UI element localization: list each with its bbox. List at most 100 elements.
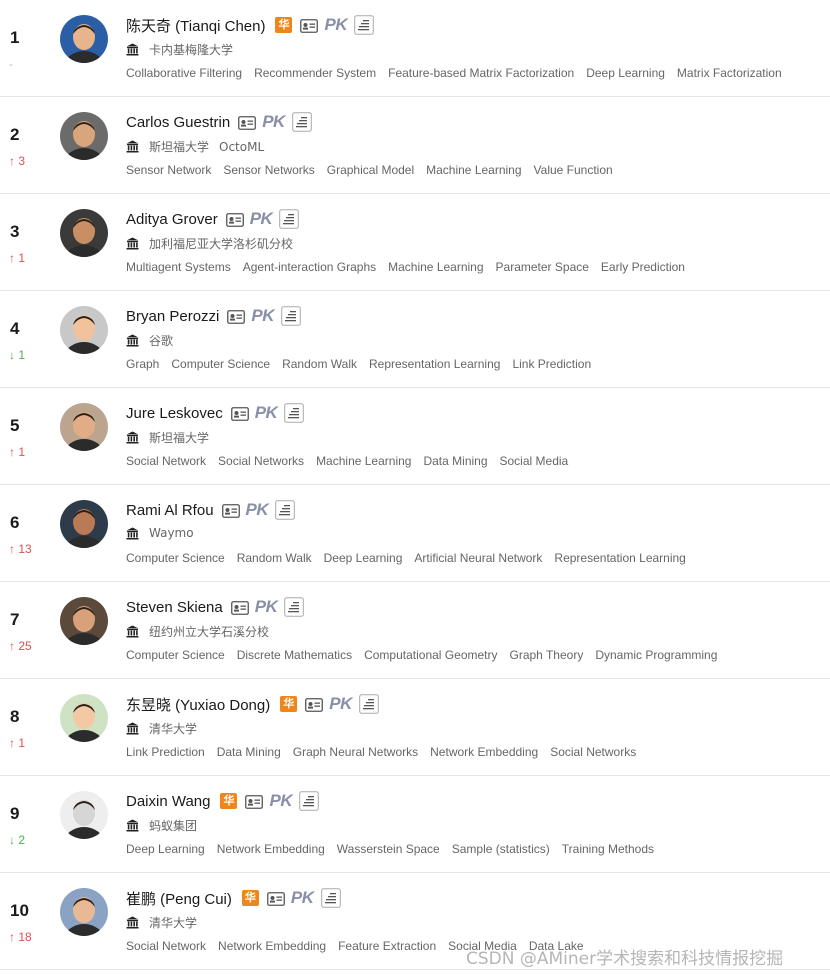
research-tag[interactable]: Dynamic Programming <box>595 648 717 662</box>
research-tag[interactable]: Collaborative Filtering <box>126 66 242 80</box>
research-tag[interactable]: Early Prediction <box>601 260 685 274</box>
scholar-row[interactable]: 9 ↓ 2 Daixin Wang 华 PK 蚂蚁集团 Deep Learning Netw… <box>0 776 830 873</box>
list-icon[interactable] <box>299 791 319 811</box>
research-tag[interactable]: Sensor Network <box>126 163 211 177</box>
scholar-row[interactable]: 8 ↑ 1 东昱晓 (Yuxiao Dong) 华 PK 清华大学 Link Predic… <box>0 679 830 776</box>
research-tag[interactable]: Training Methods <box>562 842 654 856</box>
pk-compare-button[interactable]: PK <box>255 403 278 423</box>
research-tag[interactable]: Sample (statistics) <box>452 842 550 856</box>
research-tag[interactable]: Sensor Networks <box>223 163 314 177</box>
affiliation[interactable]: 谷歌 <box>149 332 173 349</box>
research-tag[interactable]: Link Prediction <box>126 745 205 759</box>
scholar-row[interactable]: 7 ↑ 25 Steven Skiena PK 纽约州立大学石溪分校 Computer … <box>0 582 830 679</box>
research-tag[interactable]: Random Walk <box>237 551 312 565</box>
pk-compare-button[interactable]: PK <box>291 888 314 908</box>
id-card-icon[interactable] <box>225 212 244 227</box>
id-card-icon[interactable] <box>221 503 240 518</box>
id-card-icon[interactable] <box>230 600 249 615</box>
list-icon[interactable] <box>359 694 379 714</box>
research-tag[interactable]: Graph Theory <box>510 648 584 662</box>
affiliation[interactable]: 清华大学 <box>149 720 197 737</box>
scholar-row[interactable]: 5 ↑ 1 Jure Leskovec PK 斯坦福大学 Social Network S… <box>0 388 830 485</box>
scholar-name[interactable]: Jure Leskovec <box>126 405 223 422</box>
research-tag[interactable]: Social Network <box>126 939 206 953</box>
research-tag[interactable]: Deep Learning <box>324 551 403 565</box>
research-tag[interactable]: Artificial Neural Network <box>414 551 542 565</box>
avatar[interactable] <box>60 694 108 742</box>
affiliation[interactable]: OctoML <box>219 140 264 154</box>
research-tag[interactable]: Parameter Space <box>496 260 589 274</box>
pk-compare-button[interactable]: PK <box>329 694 352 714</box>
id-card-icon[interactable] <box>305 697 324 712</box>
research-tag[interactable]: Representation Learning <box>369 357 500 371</box>
research-tag[interactable]: Data Mining <box>217 745 281 759</box>
affiliation[interactable]: Waymo <box>149 526 194 540</box>
pk-compare-button[interactable]: PK <box>324 15 347 35</box>
scholar-name[interactable]: Steven Skiena <box>126 599 223 616</box>
research-tag[interactable]: Random Walk <box>282 357 357 371</box>
research-tag[interactable]: Computer Science <box>126 648 225 662</box>
avatar[interactable] <box>60 403 108 451</box>
research-tag[interactable]: Machine Learning <box>426 163 521 177</box>
id-card-icon[interactable] <box>245 794 264 809</box>
pk-compare-button[interactable]: PK <box>262 112 285 132</box>
research-tag[interactable]: Computational Geometry <box>364 648 497 662</box>
affiliation[interactable]: 纽约州立大学石溪分校 <box>149 623 269 640</box>
id-card-icon[interactable] <box>300 18 319 33</box>
research-tag[interactable]: Computer Science <box>126 551 225 565</box>
list-icon[interactable] <box>275 500 295 520</box>
research-tag[interactable]: Machine Learning <box>316 454 411 468</box>
research-tag[interactable]: Deep Learning <box>586 66 665 80</box>
research-tag[interactable]: Computer Science <box>171 357 270 371</box>
avatar[interactable] <box>60 888 108 936</box>
id-card-icon[interactable] <box>227 309 246 324</box>
research-tag[interactable]: Value Function <box>534 163 613 177</box>
research-tag[interactable]: Wasserstein Space <box>337 842 440 856</box>
research-tag[interactable]: Graphical Model <box>327 163 414 177</box>
research-tag[interactable]: Graph Neural Networks <box>293 745 418 759</box>
research-tag[interactable]: Network Embedding <box>217 842 325 856</box>
research-tag[interactable]: Graph <box>126 357 159 371</box>
research-tag[interactable]: Network Embedding <box>430 745 538 759</box>
list-icon[interactable] <box>284 403 305 423</box>
list-icon[interactable] <box>284 597 305 617</box>
research-tag[interactable]: Matrix Factorization <box>677 66 782 80</box>
list-icon[interactable] <box>279 209 300 229</box>
research-tag[interactable]: Recommender System <box>254 66 376 80</box>
research-tag[interactable]: Deep Learning <box>126 842 205 856</box>
scholar-name[interactable]: 东昱晓 (Yuxiao Dong) <box>126 694 270 715</box>
scholar-name[interactable]: Aditya Grover <box>126 211 218 228</box>
id-card-icon[interactable] <box>266 891 285 906</box>
affiliation[interactable]: 加利福尼亚大学洛杉矶分校 <box>149 235 293 252</box>
list-icon[interactable] <box>320 888 341 908</box>
scholar-name[interactable]: 陈天奇 (Tianqi Chen) <box>126 15 265 36</box>
affiliation[interactable]: 斯坦福大学 <box>149 429 209 446</box>
avatar[interactable] <box>60 112 108 160</box>
scholar-row[interactable]: 6 ↑ 13 Rami Al Rfou PK Waymo Computer Scienc… <box>0 485 830 582</box>
research-tag[interactable]: Discrete Mathematics <box>237 648 352 662</box>
scholar-row[interactable]: 4 ↓ 1 Bryan Perozzi PK 谷歌 Graph Computer Scie… <box>0 291 830 388</box>
avatar[interactable] <box>60 791 108 839</box>
research-tag[interactable]: Feature Extraction <box>338 939 436 953</box>
pk-compare-button[interactable]: PK <box>250 209 273 229</box>
scholar-row[interactable]: 2 ↑ 3 Carlos Guestrin PK 斯坦福大学 OctoML Sensor … <box>0 97 830 194</box>
scholar-name[interactable]: Bryan Perozzi <box>126 308 219 325</box>
pk-compare-button[interactable]: PK <box>255 597 278 617</box>
scholar-row[interactable]: 3 ↑ 1 Aditya Grover PK 加利福尼亚大学洛杉矶分校 Multiage… <box>0 194 830 291</box>
scholar-name[interactable]: Carlos Guestrin <box>126 114 230 131</box>
research-tag[interactable]: Multiagent Systems <box>126 260 231 274</box>
list-icon[interactable] <box>292 112 312 132</box>
scholar-name[interactable]: 崔鹏 (Peng Cui) <box>126 888 232 909</box>
research-tag[interactable]: Social Media <box>500 454 569 468</box>
avatar[interactable] <box>60 500 108 548</box>
affiliation[interactable]: 卡内基梅隆大学 <box>149 41 233 58</box>
list-icon[interactable] <box>281 306 301 326</box>
pk-compare-button[interactable]: PK <box>251 306 274 326</box>
research-tag[interactable]: Social Networks <box>218 454 304 468</box>
avatar[interactable] <box>60 597 108 645</box>
research-tag[interactable]: Feature-based Matrix Factorization <box>388 66 574 80</box>
scholar-name[interactable]: Rami Al Rfou <box>126 502 214 519</box>
scholar-row[interactable]: 1 - 陈天奇 (Tianqi Chen) 华 PK 卡内基梅隆大学 Collaborat… <box>0 0 830 97</box>
list-icon[interactable] <box>354 15 374 35</box>
research-tag[interactable]: Social Network <box>126 454 206 468</box>
